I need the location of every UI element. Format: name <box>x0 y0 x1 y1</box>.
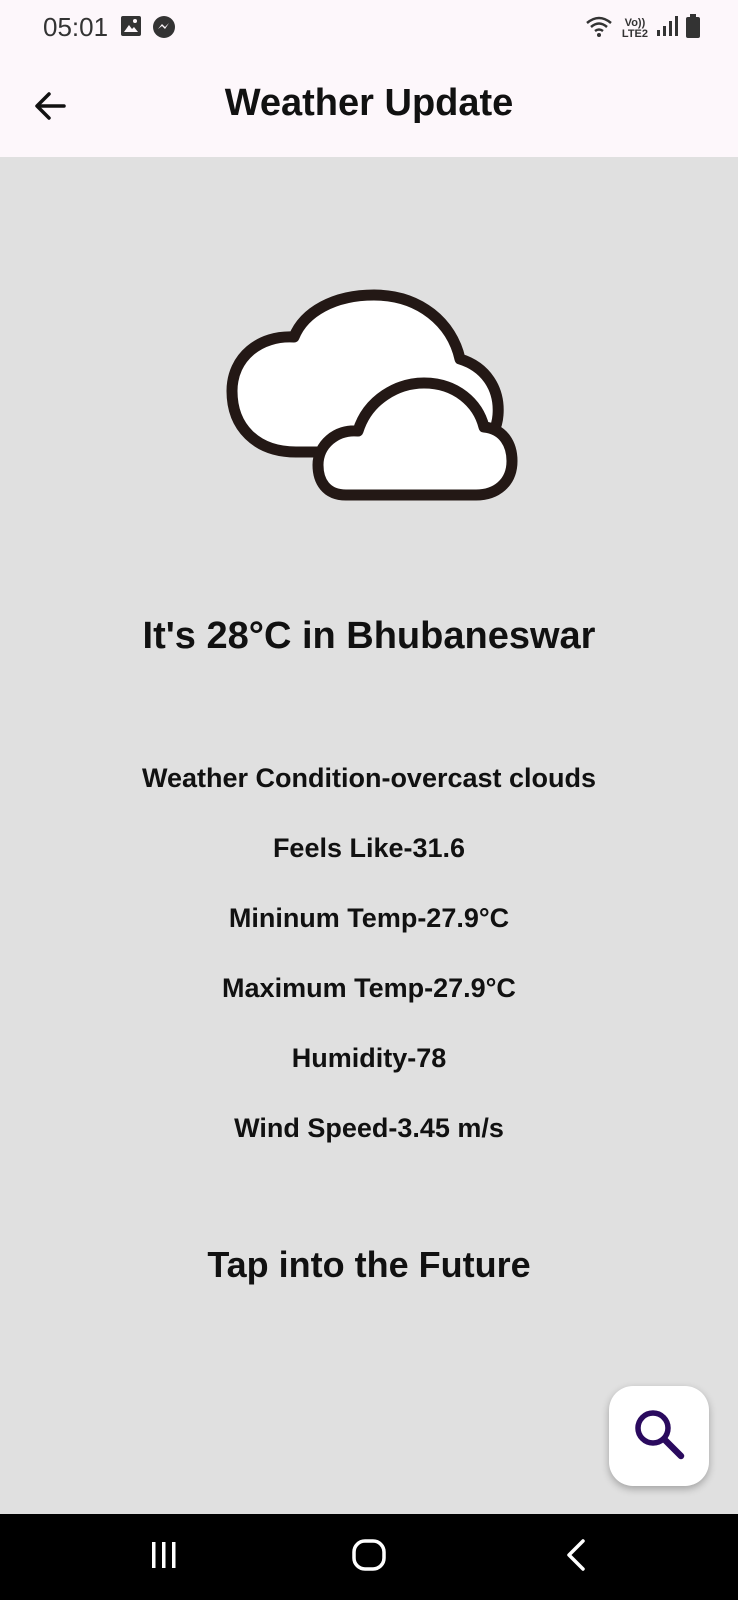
status-time: 05:01 <box>43 12 109 42</box>
temperature-headline: It's 28°C in Bhubaneswar <box>142 615 596 657</box>
search-icon <box>632 1407 686 1466</box>
messenger-icon <box>152 15 176 44</box>
image-icon <box>120 15 142 44</box>
signal-icon <box>656 15 678 42</box>
back-icon <box>561 1538 591 1577</box>
weather-condition: Weather Condition-overcast clouds <box>141 763 597 793</box>
status-icons-right: Vo)) LTE2 <box>584 14 700 43</box>
battery-icon <box>686 14 700 43</box>
humidity: Humidity-78 <box>291 1043 447 1073</box>
wind-speed: Wind Speed-3.45 m/s <box>234 1113 504 1143</box>
home-button[interactable] <box>339 1532 399 1582</box>
status-bar: 05:01 Vo)) LTE2 <box>0 0 738 58</box>
weather-details: Weather Condition-overcast clouds Feels … <box>0 758 738 1178</box>
page-title: Weather Update <box>224 82 514 124</box>
nav-back-button[interactable] <box>546 1532 606 1582</box>
recent-apps-button[interactable] <box>134 1532 194 1582</box>
minimum-temp: Mininum Temp-27.9°C <box>228 903 510 933</box>
net-label-top: Vo)) <box>624 16 646 29</box>
wifi-icon <box>584 14 614 43</box>
recent-apps-icon <box>148 1539 180 1576</box>
search-button[interactable] <box>609 1386 709 1486</box>
volte-icon: Vo)) LTE2 <box>621 16 648 40</box>
weather-screen: 05:01 Vo)) LTE2 Weather Update It's 28°C… <box>0 0 738 1600</box>
future-forecast-link[interactable]: Tap into the Future <box>0 1244 738 1286</box>
home-icon <box>351 1538 387 1577</box>
app-bar: Weather Update <box>0 58 738 157</box>
maximum-temp: Maximum Temp-27.9°C <box>222 973 516 1003</box>
net-label-bottom: LTE2 <box>621 27 648 40</box>
feels-like: Feels Like-31.6 <box>272 833 466 863</box>
overcast-clouds-icon <box>224 287 520 509</box>
status-icons-left <box>120 15 176 44</box>
system-nav-bar <box>0 1514 738 1600</box>
